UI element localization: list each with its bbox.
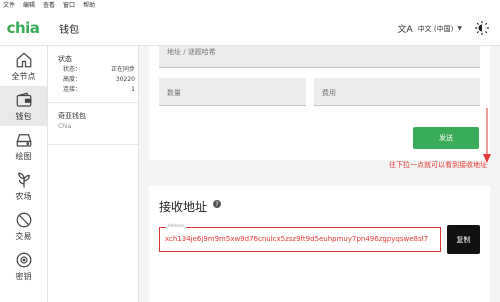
plant-icon (17, 172, 30, 187)
wallet-list-item[interactable]: 奇亚钱包 Chia (48, 103, 138, 145)
nav-item-trade[interactable]: 交易 (0, 206, 47, 246)
translate-icon: 文A (397, 25, 413, 35)
menu-view[interactable]: 查看 (43, 0, 55, 11)
fee-placeholder: 费用 (322, 89, 336, 97)
connections-value: 1 (131, 86, 135, 93)
fee-input[interactable]: 费用 (314, 78, 480, 106)
side-nav: 全节点 钱包 绘图 农场 交易 密钥 (0, 46, 48, 302)
status-value: 正在同步 (110, 66, 135, 73)
home-icon (16, 51, 31, 67)
status-row: 连接： 1 (63, 86, 135, 94)
status-title: 状态 (58, 55, 72, 63)
nav-item-wallet[interactable]: 钱包 (0, 86, 47, 126)
nav-item-full-node[interactable]: 全节点 (0, 46, 47, 86)
trade-icon (16, 212, 31, 227)
nav-item-plot[interactable]: 绘图 (0, 126, 47, 166)
language-selector[interactable]: 文A 中文 (中国) ▼ (397, 22, 462, 36)
height-label: 高度： (63, 76, 82, 83)
amount-input[interactable]: 数量 (159, 78, 306, 106)
menu-file[interactable]: 文件 (3, 0, 15, 11)
menu-edit[interactable]: 编辑 (23, 0, 35, 11)
receive-address-field[interactable]: Address xch134je6j9m9m5xw9d76cnulcx5zsz9… (159, 223, 441, 252)
wallet-name: 奇亚钱包 (58, 112, 86, 120)
receive-address-card: 接收地址 ? Address xch134je6j9m9m5xw9d76cnul… (149, 186, 490, 302)
scroll-annotation: 往下拉一点就可以看到接收地址 (389, 161, 487, 169)
menu-bar: 文件 编辑 查看 窗口 帮助 (0, 0, 500, 11)
nav-label: 全节点 (11, 71, 36, 81)
connections-label: 连接： (63, 86, 82, 93)
main-content: 地址 / 谜题哈希 数量 费用 发送 往下拉一点就可以看到接收地址 接收地址 ?… (139, 46, 500, 302)
chia-logo: chia (6, 19, 40, 37)
nav-label: 密钥 (15, 271, 32, 281)
nav-item-farm[interactable]: 农场 (0, 166, 47, 206)
send-button[interactable]: 发送 (413, 127, 479, 149)
wallet-list-panel: 状态 状态： 正在同步 高度： 30220 连接： 1 奇亚钱包 Chia (48, 46, 139, 302)
receive-address-value: xch134je6j9m9m5xw9d76cnulcx5zsz9ft9d5euh… (165, 235, 429, 243)
address-field-label: Address (166, 223, 186, 228)
nav-label: 钱包 (15, 111, 32, 121)
nav-label: 农场 (15, 191, 32, 201)
key-icon (16, 252, 31, 267)
copy-button[interactable]: 复制 (447, 225, 480, 254)
status-label: 状态： (63, 66, 82, 73)
menu-help[interactable]: 帮助 (83, 0, 95, 11)
height-value: 30220 (115, 76, 135, 83)
hard-drive-icon (15, 133, 32, 147)
annotation-arrow (483, 108, 491, 163)
wallet-subtitle: Chia (58, 123, 72, 130)
address-input[interactable]: 地址 / 谜题哈希 (159, 46, 480, 68)
nav-label: 绘图 (15, 151, 32, 161)
help-icon[interactable]: ? (213, 200, 221, 208)
status-row: 状态： 正在同步 (63, 66, 135, 74)
nav-item-keys[interactable]: 密钥 (0, 246, 47, 286)
page-title: 钱包 (59, 24, 79, 36)
address-placeholder: 地址 / 谜题哈希 (167, 48, 216, 56)
sync-status-block: 状态 状态： 正在同步 高度： 30220 连接： 1 (48, 46, 138, 103)
wallet-icon (16, 92, 31, 107)
chevron-down-icon: ▼ (457, 25, 462, 32)
theme-toggle-icon[interactable] (475, 21, 489, 35)
app-header: chia 钱包 文A 中文 (中国) ▼ (0, 11, 500, 46)
amount-placeholder: 数量 (167, 89, 181, 97)
receive-title: 接收地址 (159, 200, 208, 214)
menu-window[interactable]: 窗口 (63, 0, 75, 11)
send-card: 地址 / 谜题哈希 数量 费用 发送 (149, 46, 490, 160)
nav-label: 交易 (15, 231, 32, 241)
language-label: 中文 (中国) (417, 24, 454, 33)
status-row: 高度： 30220 (63, 76, 135, 84)
